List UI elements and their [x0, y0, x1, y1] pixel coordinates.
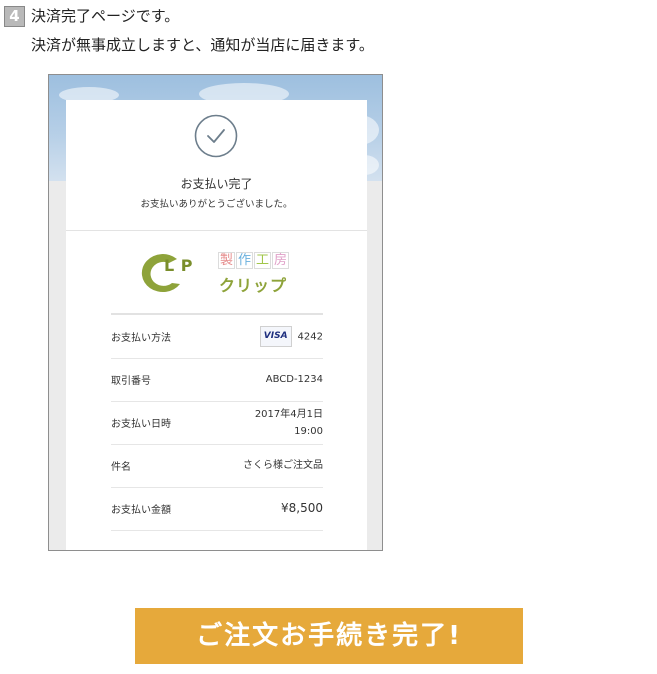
detail-row-amount: お支払い金額 ¥8,500 [111, 487, 323, 531]
step-title: 決済完了ページです。 [31, 7, 180, 25]
shop-logo: L P 製 作 工 房 クリップ [136, 250, 306, 300]
detail-row-subject: 件名 さくら様ご注文品 [111, 444, 323, 488]
payment-complete-title: お支払い完了 [180, 177, 253, 191]
visa-card-icon: VISA [259, 326, 292, 347]
payment-complete-card: お支払い完了 お支払いありがとうございました。 L P 製 作 工 房 クリップ… [66, 100, 367, 550]
detail-label: 取引番号 [111, 376, 151, 387]
logo-kana-text: クリップ [219, 276, 288, 295]
divider [66, 230, 367, 231]
detail-label: お支払い日時 [111, 419, 171, 430]
logo-kanji: 作 [236, 252, 253, 269]
detail-row-transaction-id: 取引番号 ABCD-1234 [111, 358, 323, 402]
detail-value: VISA 4242 [259, 326, 323, 347]
detail-label: お支払い方法 [111, 333, 171, 344]
logo-kanji-row: 製 作 工 房 [218, 252, 289, 269]
detail-value: ¥8,500 [281, 501, 323, 515]
detail-label: 件名 [111, 462, 131, 473]
detail-value: ABCD-1234 [265, 374, 323, 385]
step-description: 決済が無事成立しますと、通知が当店に届きます。 [31, 36, 374, 54]
order-complete-button[interactable]: ご注文お手続き完了! [135, 608, 523, 664]
step-header: 4 決済完了ページです。 [4, 6, 179, 27]
payment-thanks-message: お支払いありがとうございました。 [140, 199, 293, 210]
detail-row-payment-datetime: お支払い日時 2017年4月1日 19:00 [111, 401, 323, 445]
logo-lip-text: L P [164, 256, 193, 275]
logo-kanji: 製 [218, 252, 235, 269]
payment-screen-mockup: お支払い完了 お支払いありがとうございました。 L P 製 作 工 房 クリップ… [48, 74, 383, 551]
logo-kanji: 工 [254, 252, 271, 269]
logo-kanji: 房 [272, 252, 289, 269]
payment-time: 19:00 [294, 425, 323, 437]
detail-row-payment-method: お支払い方法 VISA 4242 [111, 315, 323, 359]
check-circle-icon [194, 114, 238, 158]
detail-value: さくら様ご注文品 [243, 460, 323, 471]
detail-label: お支払い金額 [111, 505, 171, 516]
payment-date: 2017年4月1日 [254, 408, 323, 420]
detail-value: 2017年4月1日 19:00 [255, 406, 323, 440]
card-last-digits: 4242 [297, 331, 323, 343]
step-number-badge: 4 [4, 6, 25, 27]
